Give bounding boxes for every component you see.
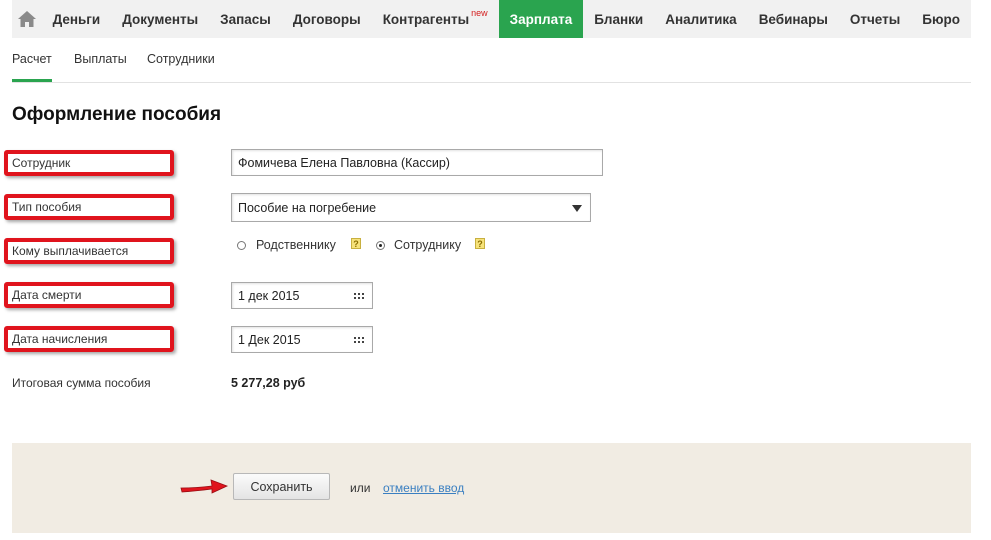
radio-relative-label: Родственнику bbox=[256, 238, 336, 252]
nav-item-forms[interactable]: Бланки bbox=[583, 0, 654, 38]
nav-item-counterparties[interactable]: Контрагенты new bbox=[372, 0, 499, 38]
sub-navigation: Расчет Выплаты Сотрудники bbox=[12, 38, 971, 83]
benefit-type-value: Пособие на погребение bbox=[238, 200, 377, 215]
radio-button-checked[interactable] bbox=[376, 240, 385, 250]
death-date-label: Дата смерти bbox=[12, 288, 82, 302]
total-value: 5 277,28 руб bbox=[231, 376, 306, 390]
accrual-date-label: Дата начисления bbox=[12, 332, 108, 346]
or-text: или bbox=[350, 481, 371, 495]
death-date-input[interactable]: 1 дек 2015 bbox=[231, 282, 373, 309]
radio-employee[interactable]: Сотруднику bbox=[376, 238, 461, 252]
page-title: Оформление пособия bbox=[12, 104, 222, 125]
employee-field[interactable]: Фомичева Елена Павловна (Кассир) bbox=[231, 149, 603, 176]
benefit-type-label: Тип пособия bbox=[12, 200, 82, 214]
help-icon[interactable]: ? bbox=[351, 238, 361, 249]
employee-label: Сотрудник bbox=[12, 156, 71, 170]
death-date-value: 1 дек 2015 bbox=[238, 288, 300, 303]
accrual-date-input[interactable]: 1 Дек 2015 bbox=[231, 326, 373, 353]
employee-value: Фомичева Елена Павловна (Кассир) bbox=[238, 155, 450, 170]
total-label: Итоговая сумма пособия bbox=[12, 376, 151, 390]
nav-item-bureau[interactable]: Бюро bbox=[911, 0, 971, 38]
tab-employees[interactable]: Сотрудники bbox=[147, 52, 215, 66]
calendar-icon[interactable] bbox=[354, 293, 364, 300]
form-footer: Сохранить или отменить ввод bbox=[12, 443, 971, 533]
nav-item-analytics[interactable]: Аналитика bbox=[654, 0, 747, 38]
paid-to-label: Кому выплачивается bbox=[12, 244, 129, 258]
cancel-link[interactable]: отменить ввод bbox=[383, 481, 464, 495]
home-icon bbox=[17, 11, 36, 27]
nav-item-documents[interactable]: Документы bbox=[111, 0, 209, 38]
nav-item-counterparties-label: Контрагенты bbox=[382, 11, 470, 27]
help-icon[interactable]: ? bbox=[475, 238, 485, 249]
nav-item-reports[interactable]: Отчеты bbox=[839, 0, 911, 38]
tab-payments[interactable]: Выплаты bbox=[74, 52, 127, 66]
home-button[interactable] bbox=[12, 0, 42, 38]
nav-item-webinars[interactable]: Вебинары bbox=[748, 0, 839, 38]
tab-calculation[interactable]: Расчет bbox=[12, 52, 52, 82]
calendar-icon[interactable] bbox=[354, 337, 364, 344]
main-navigation: Деньги Документы Запасы Договоры Контраг… bbox=[12, 0, 971, 38]
chevron-down-icon bbox=[572, 205, 582, 212]
nav-item-money[interactable]: Деньги bbox=[42, 0, 112, 38]
nav-item-contracts[interactable]: Договоры bbox=[282, 0, 372, 38]
new-badge: new bbox=[471, 8, 488, 18]
nav-item-salary[interactable]: Зарплата bbox=[498, 0, 584, 38]
radio-employee-label: Сотруднику bbox=[394, 238, 462, 252]
accrual-date-value: 1 Дек 2015 bbox=[238, 332, 301, 347]
arrow-right-icon bbox=[180, 479, 229, 494]
nav-item-stock[interactable]: Запасы bbox=[209, 0, 282, 38]
benefit-type-select[interactable]: Пособие на погребение bbox=[231, 193, 591, 222]
radio-button[interactable] bbox=[237, 240, 246, 250]
radio-relative[interactable]: Родственнику bbox=[237, 238, 336, 252]
save-button[interactable]: Сохранить bbox=[233, 473, 330, 500]
